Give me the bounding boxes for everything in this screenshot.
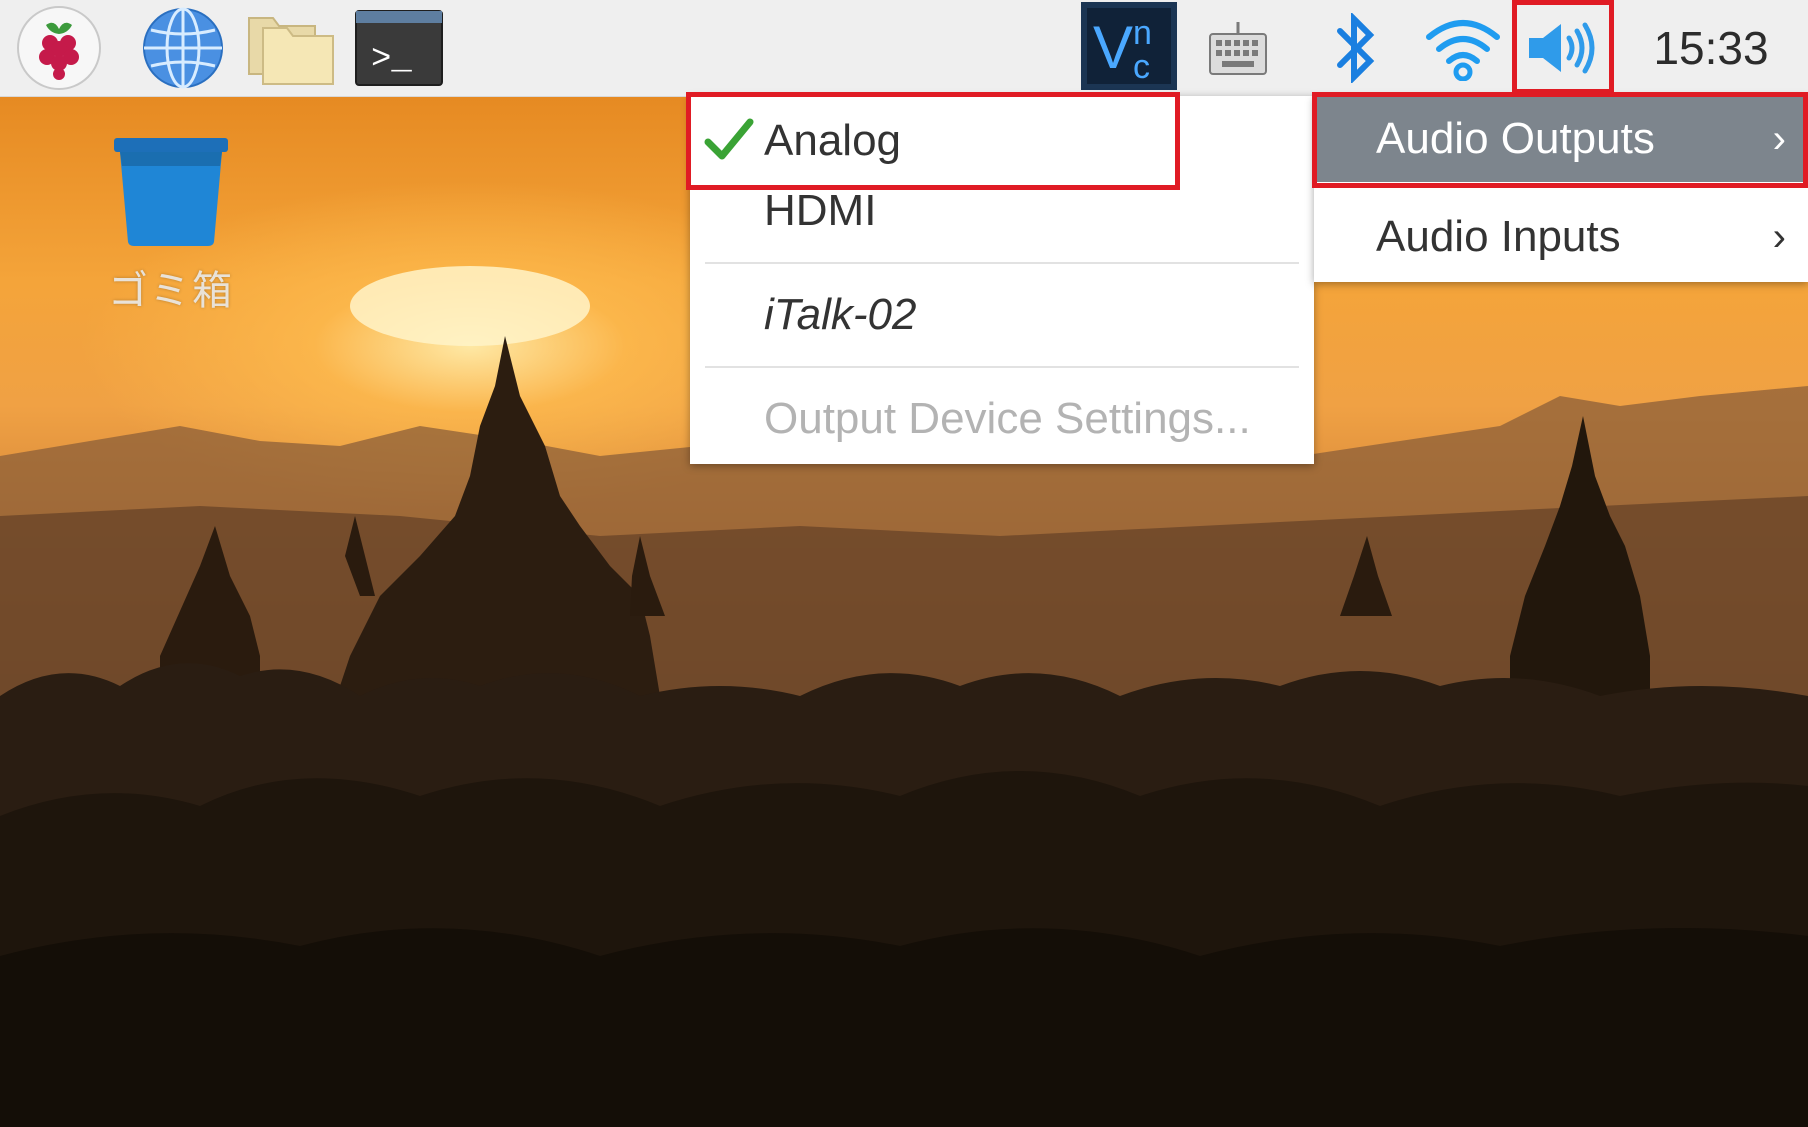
menu-item-label: Output Device Settings... <box>764 394 1251 443</box>
browser-button[interactable] <box>140 6 226 90</box>
trash-icon <box>114 138 228 246</box>
menu-item-label: Analog <box>764 116 902 165</box>
menu-item-label: Audio Inputs <box>1376 212 1621 261</box>
chevron-right-icon: › <box>1772 116 1786 161</box>
volume-icon <box>1529 22 1595 74</box>
wifi-icon <box>1426 20 1500 81</box>
keyboard-icon <box>1209 22 1267 75</box>
file-manager-button[interactable] <box>244 6 338 90</box>
checkmark-icon <box>704 118 754 160</box>
top-panel: >_ V n c 15:33 <box>0 0 1808 97</box>
clock[interactable]: 15:33 <box>1636 0 1786 96</box>
svg-text:n: n <box>1133 14 1152 52</box>
menu-item-label: Audio Outputs <box>1376 114 1655 163</box>
bluetooth-icon <box>1337 13 1375 83</box>
menu-item-audio-outputs[interactable]: Audio Outputs › <box>1314 96 1808 182</box>
terminal-button[interactable]: >_ <box>354 6 444 90</box>
menu-item-analog[interactable]: Analog <box>690 96 1314 186</box>
trash-desktop-icon[interactable]: ゴミ箱 <box>86 136 256 316</box>
globe-icon <box>143 7 223 89</box>
volume-button[interactable] <box>1520 6 1604 90</box>
svg-text:V: V <box>1093 14 1133 81</box>
menu-item-audio-inputs[interactable]: Audio Inputs › <box>1314 194 1808 280</box>
chevron-right-icon: › <box>1772 214 1786 259</box>
menu-item-hdmi[interactable]: HDMI <box>690 176 1314 246</box>
wifi-button[interactable] <box>1422 6 1504 90</box>
audio-output-menu: Analog HDMI iTalk-02 Output Device Setti… <box>690 96 1314 464</box>
keyboard-button[interactable] <box>1202 6 1274 90</box>
bluetooth-button[interactable] <box>1326 6 1386 90</box>
raspberry-menu-button[interactable] <box>14 6 104 90</box>
menu-item-label: iTalk-02 <box>764 290 917 339</box>
vnc-button[interactable]: V n c <box>1080 0 1178 92</box>
menu-item-label: HDMI <box>764 186 877 235</box>
menu-item-output-device-settings: Output Device Settings... <box>690 376 1314 462</box>
trash-label: ゴミ箱 <box>108 268 234 314</box>
menu-item-italk-02[interactable]: iTalk-02 <box>690 272 1314 358</box>
menu-separator <box>705 366 1299 368</box>
vnc-icon: V n c <box>1081 2 1177 90</box>
menu-separator <box>705 262 1299 264</box>
terminal-icon: >_ <box>355 10 443 86</box>
volume-menu: Audio Outputs › Audio Inputs › <box>1314 96 1808 282</box>
svg-text:c: c <box>1133 48 1150 86</box>
raspberry-pi-icon <box>17 6 101 90</box>
svg-text:>_: >_ <box>371 41 412 79</box>
folder-icon <box>248 17 334 85</box>
